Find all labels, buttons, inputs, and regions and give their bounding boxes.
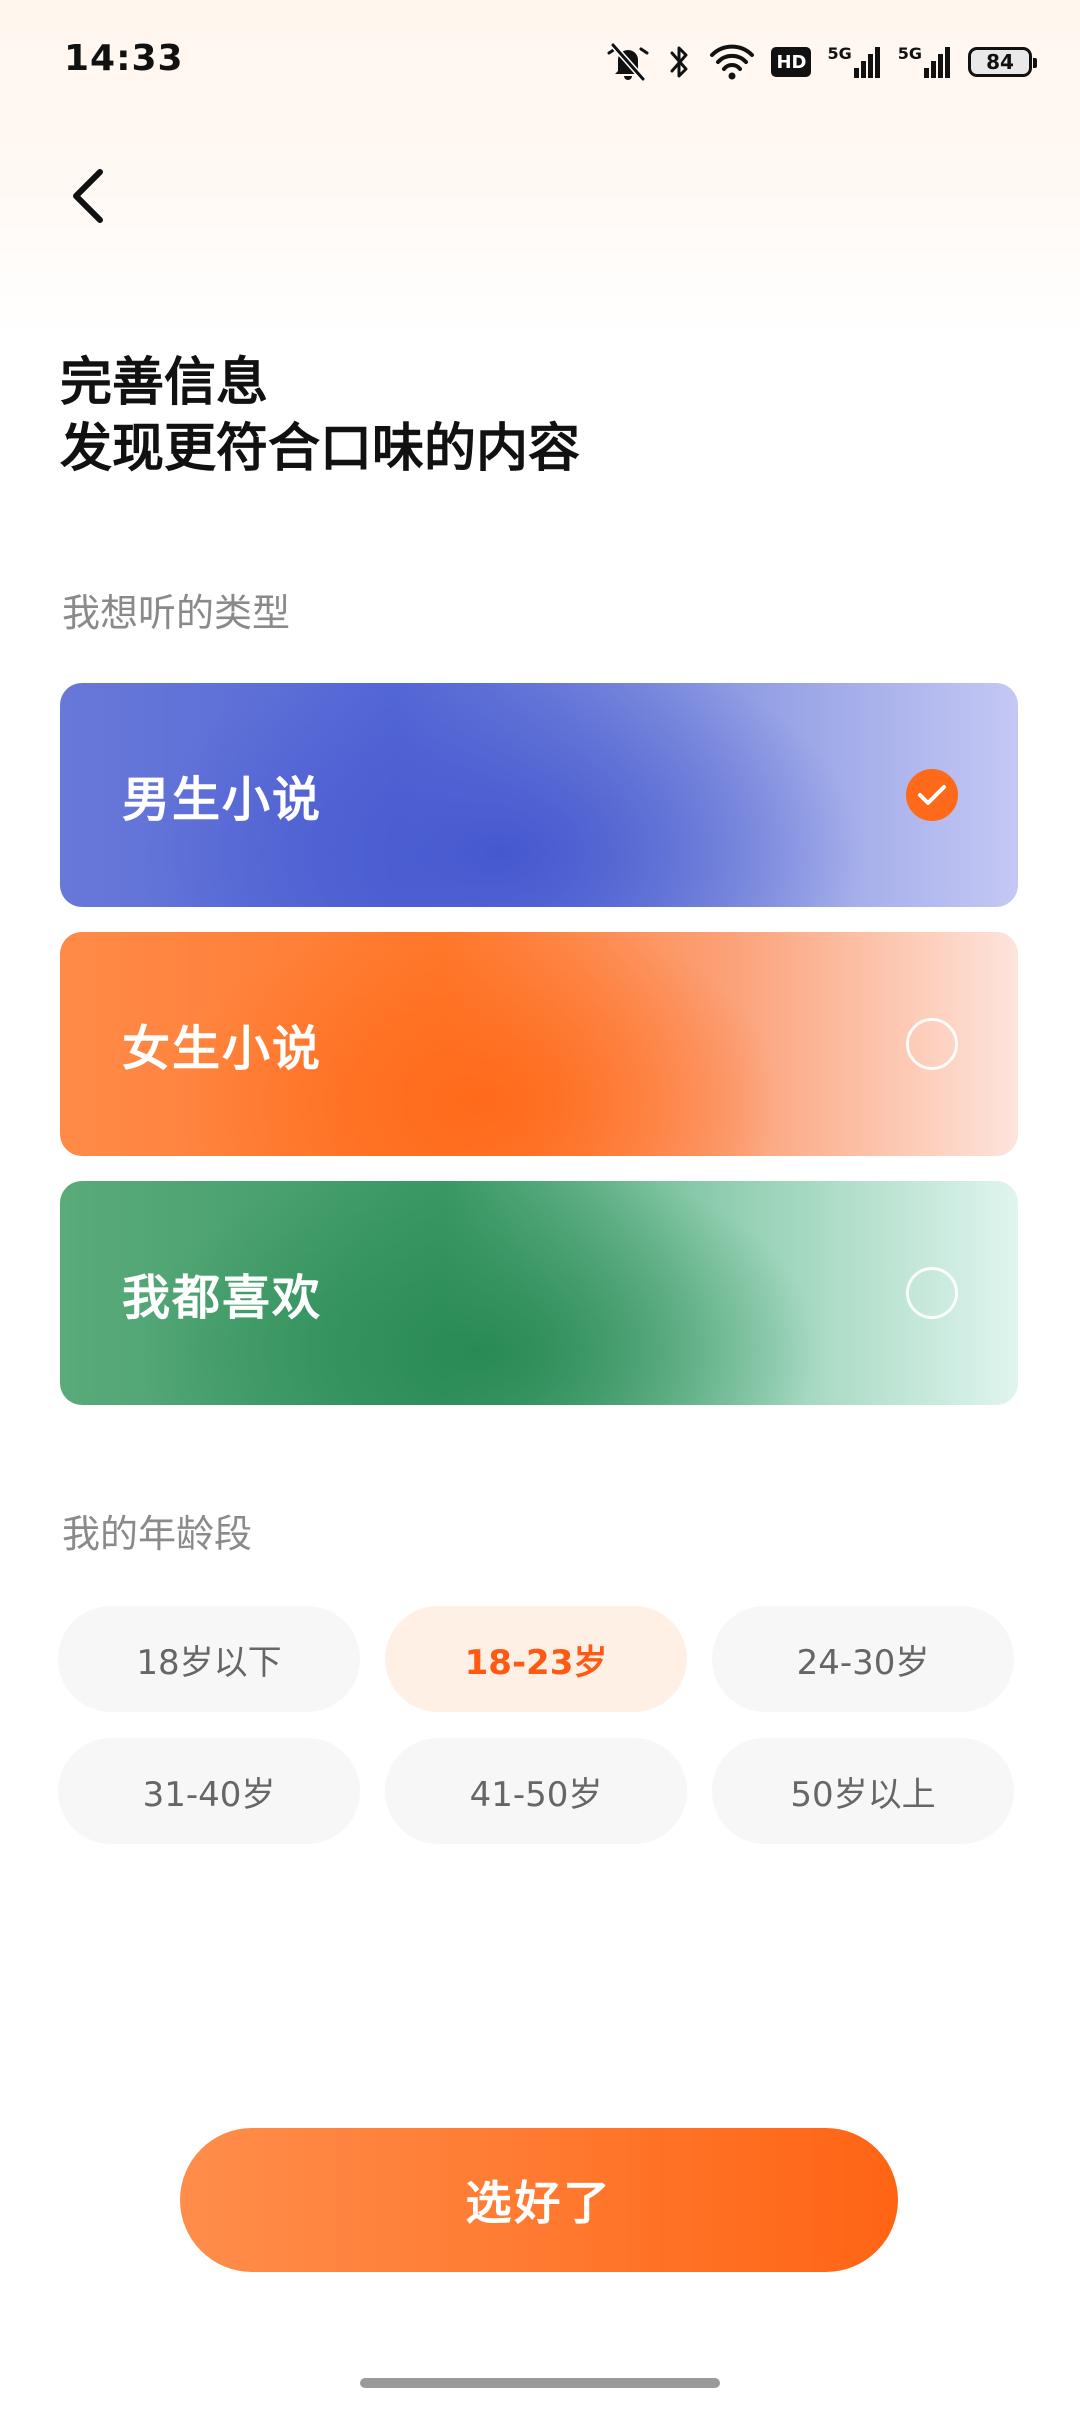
age-chip-over-50[interactable]: 50岁以上 — [712, 1738, 1014, 1844]
genre-option-male[interactable]: 男生小说 — [60, 683, 1018, 907]
hd-icon: HD — [771, 47, 812, 77]
genre-option-label: 男生小说 — [122, 772, 323, 828]
checkmark-icon — [918, 785, 946, 805]
status-icons: HD 5G 5G 84 — [605, 38, 1037, 86]
genre-option-label: 女生小说 — [122, 1021, 323, 1077]
age-chip-41-50[interactable]: 41-50岁 — [385, 1738, 687, 1844]
radio-checked-icon[interactable] — [906, 769, 958, 821]
home-indicator[interactable] — [360, 2378, 720, 2388]
chevron-left-icon — [73, 169, 103, 223]
title-line-2: 发现更符合口味的内容 — [60, 419, 581, 479]
battery-icon: 84 — [968, 47, 1037, 77]
genre-option-both[interactable]: 我都喜欢 — [60, 1181, 1018, 1405]
bluetooth-icon — [667, 42, 693, 82]
confirm-button[interactable]: 选好了 — [180, 2128, 898, 2272]
radio-unchecked-icon[interactable] — [906, 1267, 958, 1319]
page-title: 完善信息 发现更符合口味的内容 — [60, 350, 580, 482]
age-chip-31-40[interactable]: 31-40岁 — [58, 1738, 360, 1844]
status-time: 14:33 — [64, 38, 184, 79]
age-chip-18-23[interactable]: 18-23岁 — [385, 1606, 687, 1712]
age-chip-24-30[interactable]: 24-30岁 — [712, 1606, 1014, 1712]
radio-unchecked-icon[interactable] — [906, 1018, 958, 1070]
signal-icon: 5G — [898, 46, 952, 78]
mute-bell-icon — [605, 41, 651, 83]
wifi-icon — [709, 43, 755, 81]
title-line-1: 完善信息 — [60, 353, 269, 413]
back-button[interactable] — [52, 160, 124, 232]
genre-section-label: 我想听的类型 — [62, 591, 291, 635]
age-chip-under-18[interactable]: 18岁以下 — [58, 1606, 360, 1712]
status-bar: 14:33 HD 5G 5G 84 — [0, 0, 1080, 124]
signal-icon: 5G — [827, 46, 881, 78]
age-section-label: 我的年龄段 — [62, 1512, 253, 1556]
genre-option-label: 我都喜欢 — [122, 1270, 323, 1326]
genre-option-female[interactable]: 女生小说 — [60, 932, 1018, 1156]
